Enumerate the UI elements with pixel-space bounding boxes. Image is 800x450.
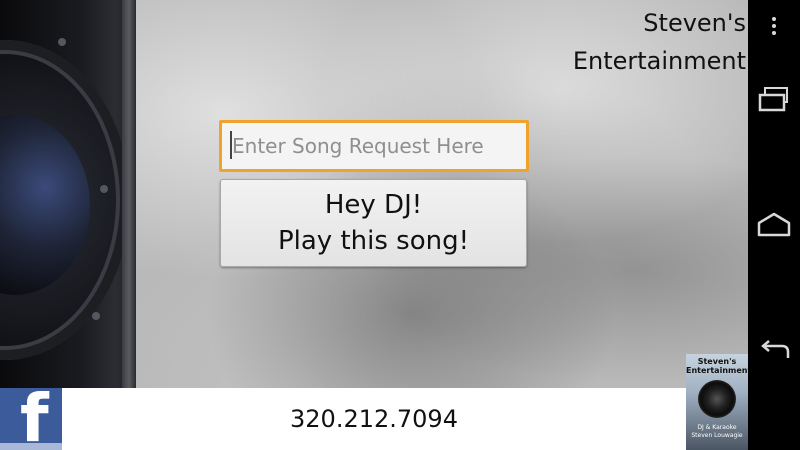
- system-navigation-bar: [748, 0, 800, 450]
- bottom-bar: f 320.212.7094 Steven's Entertainment DJ…: [0, 354, 748, 450]
- back-icon[interactable]: [748, 330, 800, 370]
- screen: Steven's Entertainment Hey DJ! Play this…: [0, 0, 800, 450]
- play-song-button-line1: Hey DJ!: [324, 190, 423, 220]
- app-title: Steven's Entertainment: [573, 4, 746, 80]
- app-title-line2: Entertainment: [572, 47, 746, 75]
- phone-number[interactable]: 320.212.7094: [62, 388, 686, 450]
- text-cursor: [230, 131, 232, 159]
- logo-speaker-icon: [698, 380, 736, 418]
- play-song-button-line2: Play this song!: [277, 226, 470, 256]
- play-song-button[interactable]: Hey DJ! Play this song!: [220, 179, 527, 267]
- app-title-line1: Steven's: [643, 9, 746, 37]
- overflow-menu-icon[interactable]: [748, 8, 800, 44]
- recent-apps-icon[interactable]: [748, 78, 800, 122]
- brand-logo: Steven's Entertainment DJ & Karaoke Stev…: [686, 354, 748, 450]
- speaker-image: [0, 0, 136, 388]
- facebook-icon[interactable]: f: [0, 388, 62, 450]
- home-icon[interactable]: [748, 204, 800, 244]
- app-content: Steven's Entertainment Hey DJ! Play this…: [0, 0, 748, 450]
- logo-name: Steven's Entertainment: [686, 357, 748, 375]
- song-request-input[interactable]: [219, 120, 529, 172]
- logo-tagline: DJ & Karaoke Steven Louwagie: [691, 424, 743, 439]
